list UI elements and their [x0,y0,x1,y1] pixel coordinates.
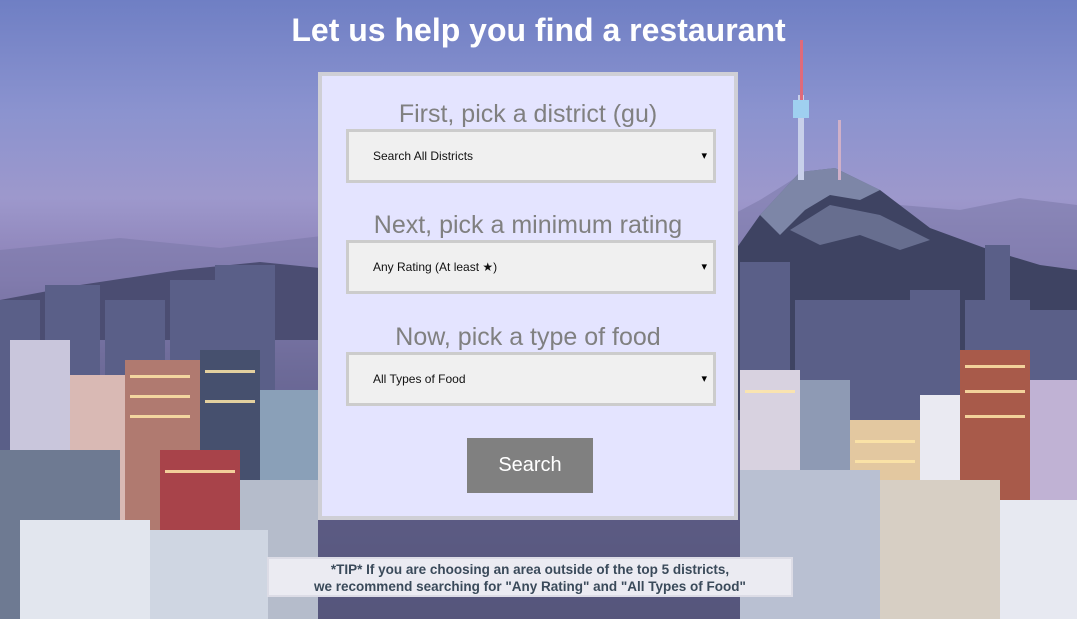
food-selected-value: All Types of Food [373,372,466,386]
chevron-down-icon: ▾ [701,261,707,273]
district-label: First, pick a district (gu) [398,100,658,128]
food-type-select[interactable]: All Types of Food ▾ [346,352,716,406]
tip-box: *TIP* If you are choosing an area outsid… [267,557,793,597]
page-title: Let us help you find a restaurant [291,12,786,48]
district-selected-value: Search All Districts [373,149,474,163]
food-label: Now, pick a type of food [395,323,661,351]
search-button[interactable]: Search [467,438,593,493]
rating-label: Next, pick a minimum rating [373,211,683,239]
tip-line-2: we recommend searching for "Any Rating" … [314,579,746,594]
chevron-down-icon: ▾ [701,373,707,385]
rating-select[interactable]: Any Rating (At least ★) ▾ [346,240,716,294]
rating-selected-value: Any Rating (At least ★) [373,260,498,274]
search-form-panel: First, pick a district (gu) Search All D… [318,72,738,520]
district-select[interactable]: Search All Districts ▾ [346,129,716,183]
tip-line-1: *TIP* If you are choosing an area outsid… [330,562,730,577]
chevron-down-icon: ▾ [701,150,707,162]
